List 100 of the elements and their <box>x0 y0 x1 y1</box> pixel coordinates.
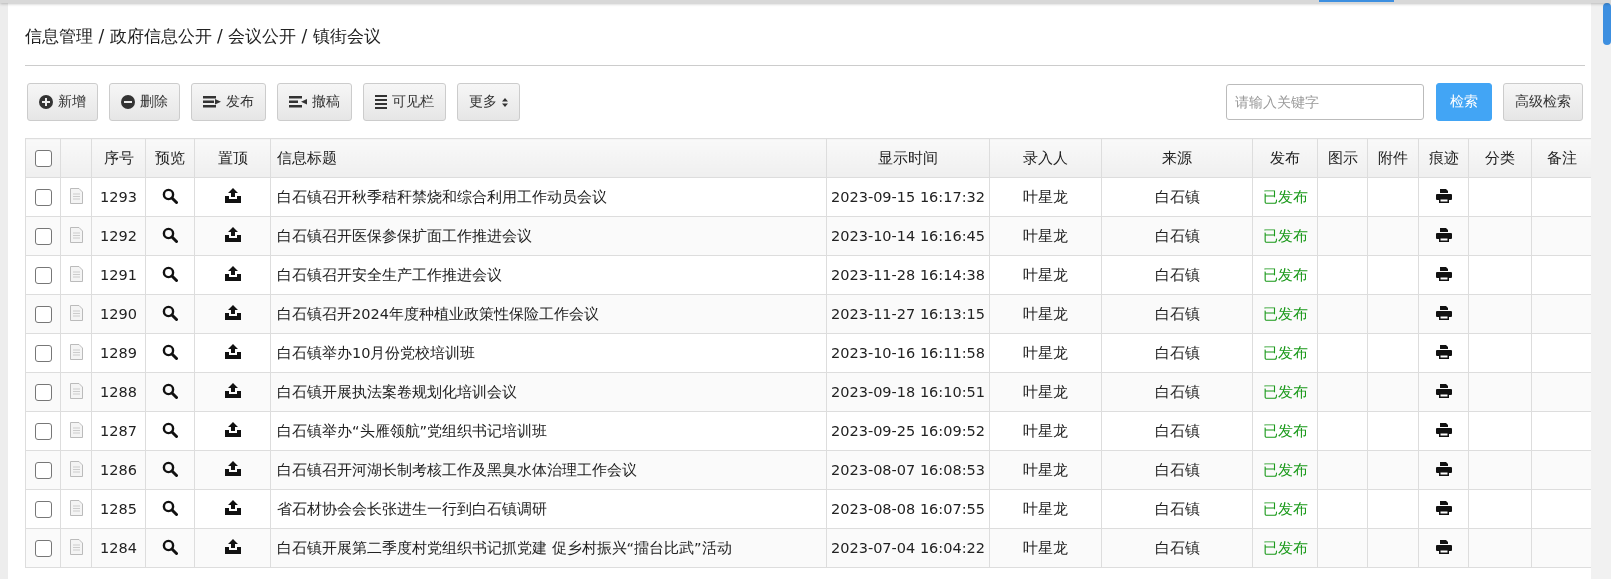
toolbar-button[interactable]: 发布 <box>191 83 266 121</box>
printer-icon[interactable] <box>1435 383 1452 398</box>
search-icon[interactable] <box>162 304 178 321</box>
table-cell: 白石镇召开医保参保扩面工作推进会议 <box>270 216 827 256</box>
column-header[interactable]: 发布 <box>1252 138 1318 178</box>
checkbox[interactable] <box>34 461 52 479</box>
scrollbar-thumb[interactable] <box>1603 3 1611 45</box>
printer-icon[interactable] <box>1435 305 1452 320</box>
table-cell: 2023-08-07 16:08:53 <box>826 450 990 490</box>
bars-arrow-icon <box>203 96 221 108</box>
document-icon <box>69 304 83 321</box>
table-cell: 白石镇开展第二季度村党组织书记抓党建 促乡村振兴“擂台比武”活动 <box>270 528 827 568</box>
document-icon <box>69 265 83 282</box>
document-icon <box>69 538 83 555</box>
checkbox[interactable] <box>34 383 52 401</box>
printer-icon[interactable] <box>1435 461 1452 476</box>
column-header[interactable]: 信息标题 <box>270 138 827 178</box>
table-cell: 白石镇举办“头雁领航”党组织书记培训班 <box>270 411 827 451</box>
column-header[interactable]: 备注 <box>1531 138 1591 178</box>
bars-arrow-icon <box>289 96 307 108</box>
table-cell: 2023-07-04 16:04:22 <box>826 528 990 568</box>
search-icon[interactable] <box>162 421 178 438</box>
table-cell: 叶星龙 <box>989 177 1102 217</box>
table-cell: 叶星龙 <box>989 333 1102 373</box>
sort-caret-icon <box>502 97 508 107</box>
table-cell: 1288 <box>91 372 146 412</box>
table-cell: 白石镇开展执法案卷规划化培训会议 <box>270 372 827 412</box>
upload-tray-icon[interactable] <box>223 344 242 359</box>
table-cell: 1284 <box>91 528 146 568</box>
upload-tray-icon[interactable] <box>223 422 242 437</box>
more-dropdown[interactable]: 更多 <box>457 83 520 121</box>
checkbox[interactable] <box>34 227 52 245</box>
printer-icon[interactable] <box>1435 344 1452 359</box>
column-header[interactable]: 录入人 <box>989 138 1102 178</box>
advanced-search-button[interactable]: 高级检索 <box>1503 83 1583 121</box>
table-cell: 省石材协会会长张进生一行到白石镇调研 <box>270 489 827 529</box>
search-icon[interactable] <box>162 265 178 282</box>
checkbox[interactable] <box>34 266 52 284</box>
upload-tray-icon[interactable] <box>223 188 242 203</box>
printer-icon[interactable] <box>1435 500 1452 515</box>
toolbar-button[interactable]: 删除 <box>109 83 180 121</box>
checkbox[interactable] <box>34 422 52 440</box>
search-icon[interactable] <box>162 343 178 360</box>
table-cell: 已发布 <box>1252 216 1318 256</box>
upload-tray-icon[interactable] <box>223 461 242 476</box>
toolbar-button[interactable]: 新增 <box>27 83 98 121</box>
printer-icon[interactable] <box>1435 422 1452 437</box>
column-header[interactable]: 痕迹 <box>1418 138 1469 178</box>
upload-tray-icon[interactable] <box>223 266 242 281</box>
search-icon[interactable] <box>162 187 178 204</box>
checkbox[interactable] <box>34 305 52 323</box>
printer-icon[interactable] <box>1435 188 1452 203</box>
table-cell: 2023-09-15 16:17:32 <box>826 177 990 217</box>
search-icon[interactable] <box>162 499 178 516</box>
table-cell: 已发布 <box>1252 411 1318 451</box>
toolbar-button[interactable]: 撤稿 <box>277 83 352 121</box>
table-cell: 白石镇 <box>1101 489 1253 529</box>
upload-tray-icon[interactable] <box>223 305 242 320</box>
checkbox[interactable] <box>34 188 52 206</box>
table-cell: 已发布 <box>1252 177 1318 217</box>
search-field[interactable]: 请输入关键字 <box>1226 84 1424 120</box>
printer-icon[interactable] <box>1435 227 1452 242</box>
search-icon[interactable] <box>162 538 178 555</box>
table-cell: 2023-11-27 16:13:15 <box>826 294 990 334</box>
checkbox[interactable] <box>34 149 52 167</box>
toolbar-button[interactable]: 可见栏 <box>363 83 446 121</box>
column-header[interactable]: 序号 <box>91 138 146 178</box>
column-header[interactable]: 分类 <box>1468 138 1532 178</box>
table-cell: 1292 <box>91 216 146 256</box>
column-header[interactable]: 来源 <box>1101 138 1253 178</box>
table-cell: 2023-09-25 16:09:52 <box>826 411 990 451</box>
table-cell: 白石镇 <box>1101 411 1253 451</box>
breadcrumb: 信息管理 / 政府信息公开 / 会议公开 / 镇街会议 <box>25 24 381 48</box>
printer-icon[interactable] <box>1435 539 1452 554</box>
upload-tray-icon[interactable] <box>223 539 242 554</box>
upload-tray-icon[interactable] <box>223 500 242 515</box>
table-cell: 叶星龙 <box>989 450 1102 490</box>
document-icon <box>69 460 83 477</box>
search-icon[interactable] <box>162 226 178 243</box>
table-cell: 白石镇召开河湖长制考核工作及黑臭水体治理工作会议 <box>270 450 827 490</box>
table-cell: 已发布 <box>1252 528 1318 568</box>
column-header[interactable]: 显示时间 <box>826 138 990 178</box>
search-icon[interactable] <box>162 382 178 399</box>
upload-tray-icon[interactable] <box>223 383 242 398</box>
checkbox[interactable] <box>34 344 52 362</box>
table-cell: 1289 <box>91 333 146 373</box>
column-header[interactable]: 附件 <box>1367 138 1419 178</box>
table-cell: 已发布 <box>1252 450 1318 490</box>
upload-tray-icon[interactable] <box>223 227 242 242</box>
column-header[interactable]: 置顶 <box>194 138 271 178</box>
column-header[interactable]: 图示 <box>1317 138 1368 178</box>
table-cell: 1285 <box>91 489 146 529</box>
checkbox[interactable] <box>34 500 52 518</box>
column-header[interactable]: 预览 <box>145 138 195 178</box>
table-cell: 白石镇召开秋季秸秆禁烧和综合利用工作动员会议 <box>270 177 827 217</box>
list-icon <box>375 95 387 109</box>
checkbox[interactable] <box>34 539 52 557</box>
printer-icon[interactable] <box>1435 266 1452 281</box>
table-cell: 1291 <box>91 255 146 295</box>
search-icon[interactable] <box>162 460 178 477</box>
